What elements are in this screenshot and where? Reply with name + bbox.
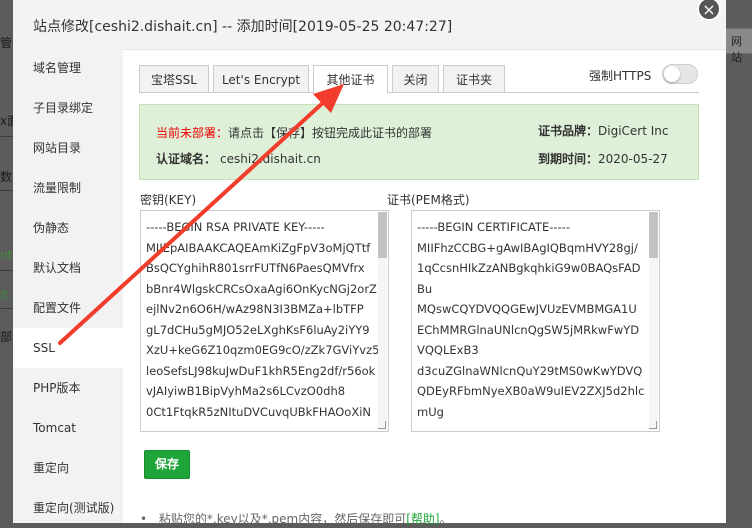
annotation-arrow-icon [58, 84, 344, 345]
